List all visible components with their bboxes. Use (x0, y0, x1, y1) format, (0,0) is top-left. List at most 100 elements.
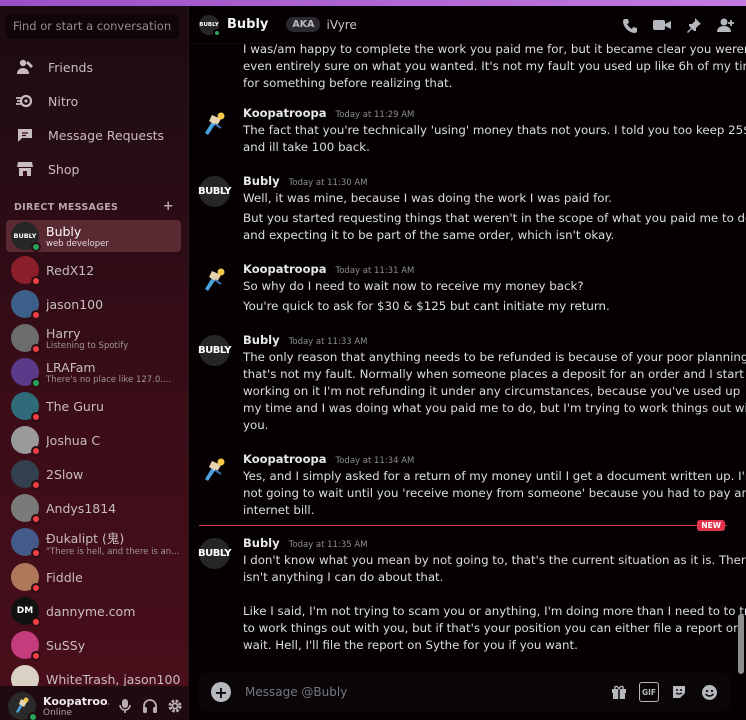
dm-text: Bubly web developer (46, 224, 109, 249)
message-timestamp: Today at 11:29 AM (335, 110, 415, 120)
dm-text: Harry Listening to Spotify (46, 326, 128, 351)
message-avatar[interactable]: BUBLY (198, 335, 231, 366)
status-dnd-icon (31, 446, 41, 456)
dm-subtitle: "There is hell, and there is ano... (46, 546, 181, 557)
message-avatar[interactable]: BUBLY (198, 176, 231, 207)
gif-label: GIF (639, 682, 659, 702)
message-avatar[interactable] (199, 454, 230, 485)
nav-message-requests[interactable]: Message Requests (6, 120, 179, 150)
dm-name: Harry (46, 325, 81, 341)
emoji-icon[interactable] (699, 682, 719, 702)
dm-name: LRAFam (46, 359, 96, 375)
dm-item[interactable]: BUBLY Bubly web developer (6, 220, 181, 252)
dm-name: Fiddle (46, 569, 83, 585)
headphones-icon[interactable] (141, 697, 159, 715)
dm-name: Đukalipt (鬼) (46, 530, 125, 546)
status-online-icon (28, 712, 38, 720)
nav-label: Shop (48, 161, 80, 177)
dm-item[interactable]: LRAFam There's no place like 127.0.... (6, 356, 181, 388)
status-online-icon (213, 28, 221, 37)
dm-text: Joshua C (46, 433, 100, 448)
dm-avatar (11, 290, 41, 320)
scrollbar-thumb[interactable] (738, 614, 744, 674)
status-online-icon (31, 242, 41, 252)
dm-item[interactable]: Harry Listening to Spotify (6, 322, 181, 354)
status-dnd-icon (31, 514, 41, 524)
dm-item[interactable]: The Guru (6, 390, 181, 422)
message-text-line: that's not my fault. Normally when someo… (243, 367, 744, 381)
message-text-line: So why do I need to wait now to receive … (243, 279, 584, 293)
message-text-line: not going to wait until you 'receive mon… (243, 486, 746, 500)
dm-item[interactable]: Đukalipt (鬼) "There is hell, and there is… (6, 526, 181, 558)
avatar-text: BUBLY (198, 345, 231, 356)
gif-icon[interactable]: GIF (639, 682, 659, 702)
nav-nitro[interactable]: Nitro (6, 86, 179, 116)
message-avatar[interactable] (199, 108, 230, 139)
avatar-text: BUBLY (198, 548, 231, 559)
dm-text: 2Slow (46, 467, 83, 482)
dm-text: LRAFam There's no place like 127.0.... (46, 360, 171, 385)
status-dnd-icon (31, 480, 41, 490)
channel-name: Bubly (227, 17, 269, 32)
gift-icon[interactable] (609, 682, 629, 702)
dm-avatar (11, 460, 41, 490)
user-status: Online (43, 707, 73, 718)
sidebar: Find or start a conversation Friends Nit… (0, 6, 189, 720)
message-author[interactable]: Bubly (243, 333, 280, 347)
message-author[interactable]: Bubly (243, 174, 280, 188)
search-input[interactable]: Find or start a conversation (6, 14, 179, 39)
message-input[interactable]: Message @Bubly (245, 685, 609, 699)
dm-subtitle: Listening to Spotify (46, 340, 129, 351)
user-avatar[interactable] (8, 692, 38, 720)
message-avatar[interactable]: BUBLY (198, 538, 231, 569)
message-author[interactable]: Koopatroopa (243, 452, 326, 466)
message-author[interactable]: Bubly (243, 536, 280, 550)
dm-item[interactable]: 2Slow (6, 458, 181, 490)
message-author[interactable]: Koopatroopa (243, 262, 326, 276)
shop-icon (14, 158, 36, 180)
avatar-text: BUBLY (198, 186, 231, 197)
message-composer: + Message @Bubly GIF (199, 673, 731, 711)
create-dm-button[interactable]: + (163, 199, 174, 214)
video-call-icon[interactable] (652, 15, 672, 35)
add-friend-icon[interactable] (716, 15, 736, 35)
message-timestamp: Today at 11:33 AM (288, 337, 368, 347)
dm-avatar (11, 494, 41, 524)
pin-icon[interactable] (684, 15, 704, 35)
dm-item[interactable]: jason100 (6, 288, 181, 320)
message-text-line: working on it I'm not refunding it under… (243, 384, 741, 398)
nav-label: Nitro (48, 93, 79, 109)
dm-item[interactable]: RedX12 (6, 254, 181, 286)
dm-name: WhiteTrash, jason100 (46, 671, 181, 687)
message-text-line: to work things out with you, but if that… (243, 621, 738, 635)
dm-subtitle: There's no place like 127.0.... (46, 374, 172, 385)
dm-text: Andys1814 (46, 501, 116, 516)
nav-label: Friends (48, 59, 93, 75)
message-text-line: my time and I was doing what you paid me… (243, 401, 746, 415)
dm-item[interactable]: Joshua C (6, 424, 181, 456)
sticker-icon[interactable] (669, 682, 689, 702)
attach-plus-button[interactable]: + (211, 682, 231, 702)
settings-gear-icon[interactable] (166, 697, 184, 715)
microphone-icon[interactable] (116, 697, 134, 715)
dm-text: SuSSy (46, 638, 85, 653)
nav-friends[interactable]: Friends (6, 52, 179, 82)
dm-item[interactable]: DM dannyme.com (6, 595, 181, 627)
message-text-line: You're quick to ask for $30 & $125 but c… (243, 299, 610, 313)
dm-item[interactable]: SuSSy (6, 629, 181, 661)
dm-item[interactable]: Andys1814 (6, 492, 181, 524)
message-author[interactable]: Koopatroopa (243, 106, 326, 120)
voice-call-icon[interactable] (620, 15, 640, 35)
message-header: Bubly Today at 11:35 AM (243, 536, 368, 550)
message-requests-icon (14, 124, 36, 146)
user-name: Koopatroo... (43, 694, 109, 708)
status-dnd-icon (31, 310, 41, 320)
dm-avatar (11, 324, 41, 354)
nav-shop[interactable]: Shop (6, 154, 179, 184)
message-timestamp: Today at 11:31 AM (335, 266, 415, 276)
dm-avatar (11, 256, 41, 286)
dm-text: Đukalipt (鬼) "There is hell, and there is… (46, 528, 181, 557)
message-header: Bubly Today at 11:33 AM (243, 333, 368, 347)
message-avatar[interactable] (199, 264, 230, 295)
dm-item[interactable]: Fiddle (6, 561, 181, 593)
